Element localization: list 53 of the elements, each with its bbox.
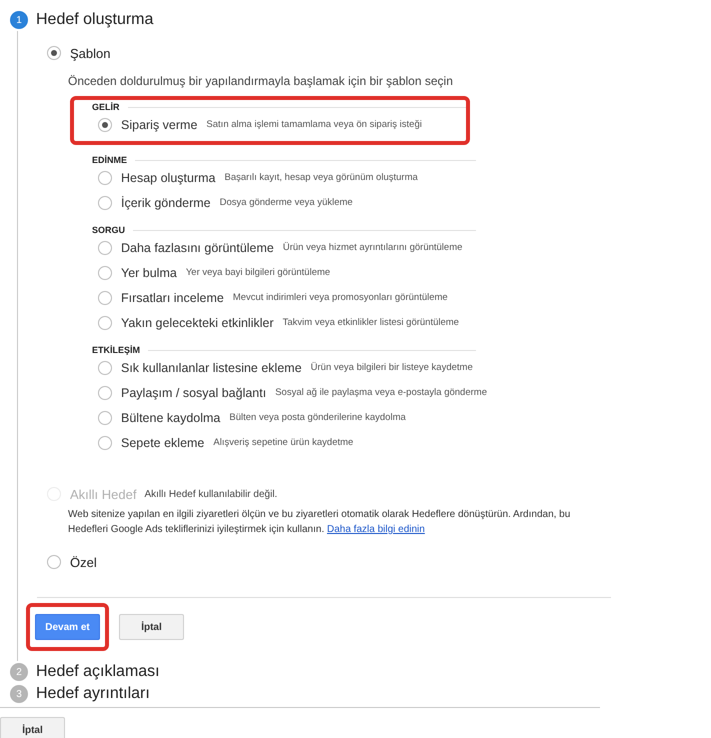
radio-button[interactable]: [98, 436, 112, 450]
step-number: 1: [10, 11, 28, 29]
template-label: Hesap oluşturma: [121, 170, 216, 184]
template-description: Ürün veya hizmet ayrıntılarını görüntüleme: [282, 242, 462, 253]
radio-button[interactable]: [98, 170, 112, 184]
template-label: Bültene kaydolma: [121, 410, 220, 424]
template-description: Yer veya bayi bilgileri görüntüleme: [186, 267, 330, 278]
radio-button[interactable]: [98, 196, 112, 210]
option-label: Şablon: [70, 46, 110, 60]
status-text: Akıllı Hedef kullanılabilir değil.: [144, 488, 278, 500]
radio-button[interactable]: [98, 386, 112, 400]
template-label: Sipariş verme: [121, 118, 198, 132]
template-description: Başarılı kayıt, hesap veya görünüm oluşturma: [224, 172, 418, 183]
step-number: 2: [10, 663, 28, 681]
category-heading: ETKİLEŞİM: [92, 345, 140, 355]
radio-button[interactable]: [98, 118, 112, 132]
template-description: Satın alma işlemi tamamlama veya ön sipariş isteği: [206, 119, 422, 130]
radio-button[interactable]: [47, 555, 61, 569]
template-label: Yakın gelecekteki etkinlikler: [121, 316, 274, 330]
radio-button[interactable]: [98, 240, 112, 254]
step-number: 3: [10, 685, 28, 703]
radio-button[interactable]: [98, 360, 112, 374]
radio-button[interactable]: [98, 316, 112, 330]
category-heading: GELİR: [92, 102, 120, 112]
radio-button[interactable]: [98, 410, 112, 424]
template-description: Sosyal ağ ile paylaşma veya e-postayla gönderme: [275, 387, 487, 398]
category-heading: EDİNME: [92, 155, 128, 165]
template-label: Paylaşım / sosyal bağlantı: [121, 386, 266, 400]
radio-button[interactable]: [98, 266, 112, 280]
template-description: Alışveriş sepetine ürün kaydetme: [213, 437, 354, 448]
option-label: Özel: [70, 554, 97, 570]
template-label: Sepete ekleme: [121, 436, 204, 450]
cancel-button[interactable]: İptal: [119, 614, 184, 640]
template-description: Dosya gönderme veya yükleme: [220, 197, 353, 208]
template-description: Takvim veya etkinlikler listesi görüntüleme: [282, 317, 459, 328]
step-title: Hedef oluşturma: [36, 11, 154, 29]
template-description: Ürün veya bilgileri bir listeye kaydetme: [310, 362, 473, 373]
step-title: Hedef açıklaması: [36, 663, 160, 681]
hint-text: Önceden doldurulmuş bir yapılandırmayla başlamak için bir şablon seçin: [68, 74, 454, 88]
radio-button[interactable]: [98, 290, 112, 304]
step-title: Hedef ayrıntıları: [36, 685, 150, 703]
template-description: Mevcut indirimleri veya promosyonları görüntüleme: [232, 292, 448, 303]
template-label: Fırsatları inceleme: [121, 290, 224, 304]
cancel-button[interactable]: İptal: [0, 717, 65, 738]
radio-button[interactable]: [47, 46, 61, 60]
template-label: Daha fazlasını görüntüleme: [121, 240, 274, 254]
option-label: Akıllı Hedef: [70, 486, 136, 502]
template-label: Yer bulma: [121, 266, 177, 280]
template-label: İçerik gönderme: [121, 196, 211, 210]
description-paragraph: Web sitenize yapılan en ilgili ziyaretleri ölçün ve bu ziyaretleri otomatik olarak Hedeflere dönüştürün. Ardından, bu Hedefleri Google Ads tekliflerinizi iyileştirmek için kullanın. Daha fazla bilgi edinin: [68, 508, 572, 537]
category-heading: SORGU: [92, 225, 126, 235]
template-label: Sık kullanılanlar listesine ekleme: [121, 360, 302, 374]
template-description: Bülten veya posta gönderilerine kaydolma: [229, 412, 406, 423]
